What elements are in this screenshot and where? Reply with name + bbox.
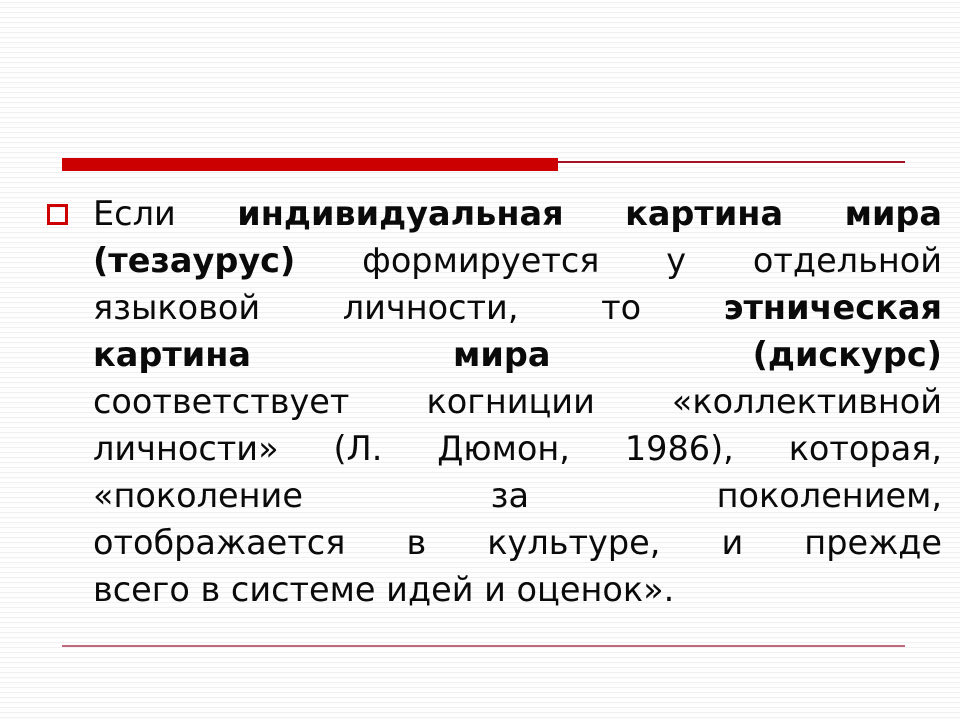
bullet-text-word: 1986), [624, 429, 734, 468]
bullet-text-line: Если индивидуальная картина мира [93, 190, 942, 237]
bullet-text-line: всего в системе идей и оценок». [93, 566, 942, 613]
bottom-accent-line [62, 645, 905, 647]
bullet-text-emphasis: картина [625, 194, 784, 233]
bullet-text-word: когниции [426, 382, 595, 421]
bullet-text-word: Если [93, 194, 176, 233]
bullet-text-word: «коллективной [671, 382, 942, 421]
bullet-paragraph: Если индивидуальная картина мира (тезауру… [93, 190, 942, 613]
bullet-text-line: (тезаурус) формируется у отдельной [93, 237, 942, 284]
bullet-text-line: отображается в культуре, и прежде [93, 519, 942, 566]
bullet-text-word: и [721, 523, 744, 562]
bullet-text-word: (Л. [333, 429, 383, 468]
bullet-text-word: соответствует [93, 382, 350, 421]
bullet-text-word: личности» [93, 429, 279, 468]
bullet-text-line: «поколение за поколением, [93, 472, 942, 519]
bullet-text-word: в [406, 523, 427, 562]
list-item: Если индивидуальная картина мира (тезауру… [47, 190, 942, 613]
top-accent-line [558, 161, 905, 163]
bullet-text-word: отображается [93, 523, 346, 562]
slide-body: Если индивидуальная картина мира (тезауру… [47, 190, 942, 613]
bullet-text-word: которая, [788, 429, 943, 468]
bullet-text-line: соответствует когниции «коллективной [93, 378, 942, 425]
bullet-text-emphasis: (дискурс) [752, 335, 942, 374]
bullet-text-line: личности» (Л. Дюмон, 1986), которая, [93, 425, 942, 472]
bullet-text-word: прежде [804, 523, 943, 562]
bullet-text-word: всего в системе идей и оценок». [93, 570, 675, 609]
bullet-text-word: «поколение [93, 476, 303, 515]
bullet-text-word: у [666, 241, 687, 280]
top-rule-group [62, 155, 905, 173]
bullet-text-word: поколением, [716, 476, 943, 515]
bullet-text-emphasis: мира [844, 194, 943, 233]
bullet-text-emphasis: индивидуальная [237, 194, 564, 233]
slide-canvas: Если индивидуальная картина мира (тезауру… [0, 0, 960, 720]
square-bullet-icon [47, 204, 68, 225]
bullet-text-emphasis: картина [93, 335, 251, 374]
bullet-text-word: личности, [342, 288, 519, 327]
bullet-text-line: языковой личности, то этническая [93, 284, 942, 331]
bullet-text-word: языковой [93, 288, 261, 327]
bullet-text-line: картина мира (дискурс) [93, 331, 942, 378]
bullet-text-word: то [601, 288, 642, 327]
bullet-text-word: формируется [362, 241, 600, 280]
bullet-text-word: культуре, [487, 523, 661, 562]
bullet-text-emphasis: мира [453, 335, 551, 374]
bullet-text-emphasis: (тезаурус) [93, 241, 296, 280]
bullet-text-word: отдельной [752, 241, 942, 280]
bullet-text-word: за [490, 476, 529, 515]
top-accent-bar [62, 158, 558, 171]
bullet-text-word: Дюмон, [437, 429, 570, 468]
bullet-text-emphasis: этническая [723, 288, 942, 327]
